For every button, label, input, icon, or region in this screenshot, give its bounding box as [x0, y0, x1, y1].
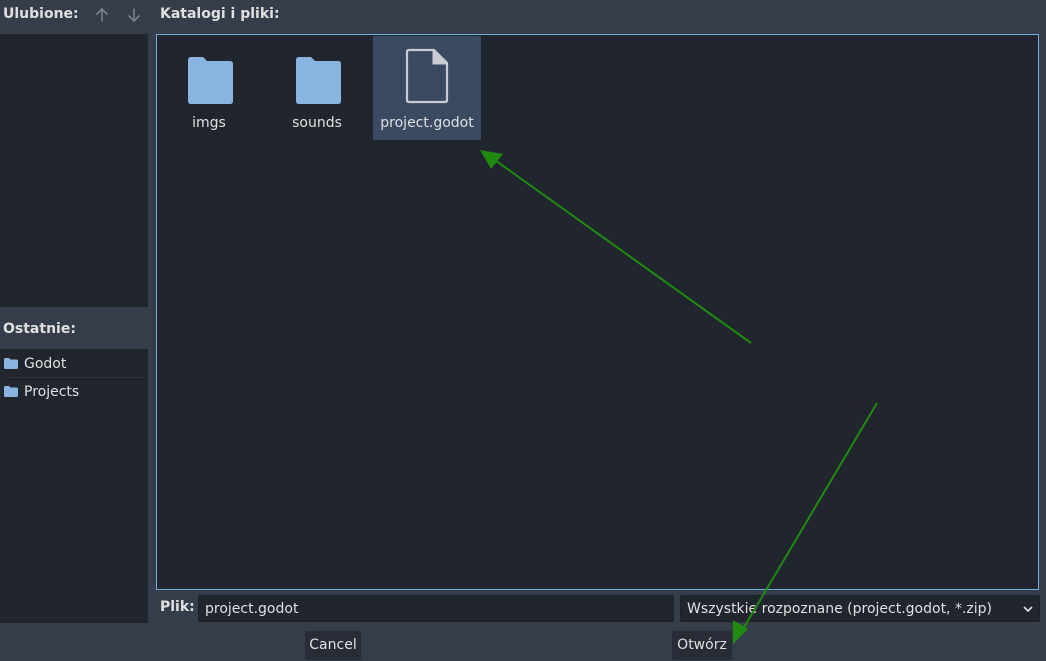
file-icon — [405, 48, 449, 104]
cancel-button[interactable]: Cancel — [305, 631, 361, 660]
divider — [6, 377, 146, 378]
recent-list[interactable]: Godot Projects — [0, 349, 148, 623]
chevron-down-icon — [1023, 606, 1033, 613]
open-button[interactable]: Otwórz — [672, 631, 732, 660]
file-item-sounds[interactable]: sounds — [263, 36, 371, 140]
file-item-name: sounds — [292, 115, 342, 131]
folder-icon — [4, 358, 18, 369]
file-filter-value: Wszystkie rozpoznane (project.godot, *.z… — [687, 601, 992, 617]
recent-item-godot[interactable]: Godot — [0, 350, 146, 377]
favorites-list[interactable] — [0, 34, 148, 307]
folder-icon — [188, 57, 233, 104]
arrow-down-icon[interactable] — [126, 6, 142, 24]
favorites-label: Ulubione: — [3, 6, 79, 22]
file-name-label: Plik: — [160, 599, 195, 615]
recent-label: Ostatnie: — [3, 321, 76, 337]
file-name-input[interactable]: project.godot — [198, 595, 674, 622]
recent-item-label: Godot — [24, 355, 67, 372]
folder-icon — [4, 386, 18, 397]
files-label: Katalogi i pliki: — [160, 6, 280, 22]
file-item-imgs[interactable]: imgs — [155, 36, 263, 140]
file-item-name: imgs — [192, 115, 226, 131]
recent-item-label: Projects — [24, 383, 80, 400]
favorites-header: Ulubione: — [0, 0, 150, 30]
file-filter-select[interactable]: Wszystkie rozpoznane (project.godot, *.z… — [680, 595, 1040, 622]
recent-item-projects[interactable]: Projects — [0, 378, 146, 405]
recent-header: Ostatnie: — [0, 309, 148, 347]
folder-icon — [296, 57, 341, 104]
arrow-up-icon[interactable] — [94, 6, 110, 24]
files-panel[interactable]: imgs sounds project.godot — [156, 34, 1039, 590]
file-item-project-godot[interactable]: project.godot — [373, 36, 481, 140]
file-item-name: project.godot — [380, 115, 474, 131]
